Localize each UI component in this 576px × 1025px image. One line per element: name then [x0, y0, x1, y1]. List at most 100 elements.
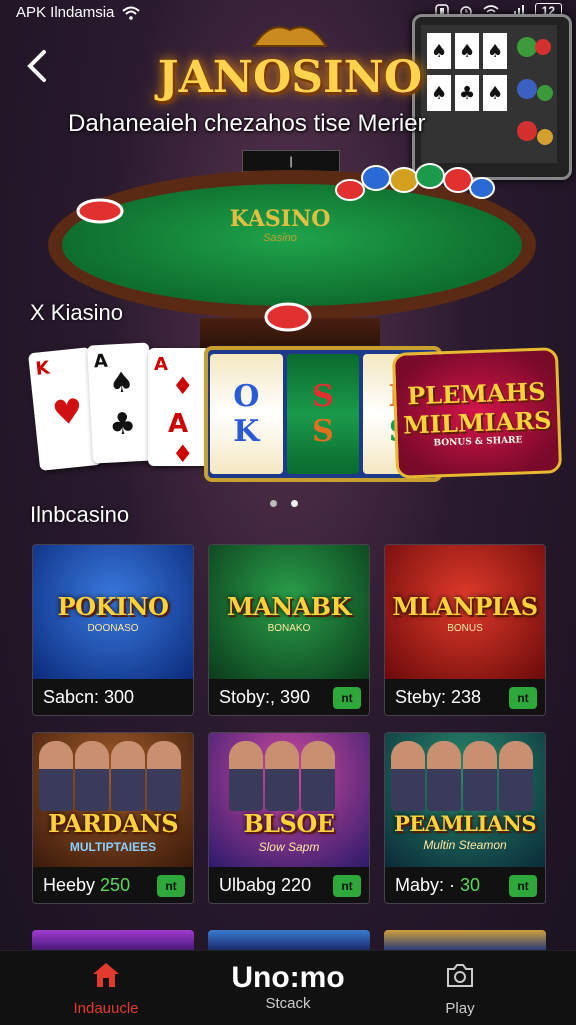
game-tile-blsoe[interactable]: BLSOE Slow Sapm Ulbabg 220 nt	[208, 732, 370, 904]
game-name: Steby: 238	[395, 686, 482, 707]
svg-text:♦: ♦	[172, 372, 194, 400]
svg-text:♠: ♠	[459, 41, 475, 62]
banner-promo-logo: PLEMAHS MILMIARS BONUS & SHARE	[391, 347, 563, 479]
game-sublogo: DOONASO	[87, 623, 139, 634]
players-image	[39, 741, 181, 811]
game-tile-mlanpias[interactable]: MLANPIAS BONUS Steby: 238 nt	[384, 544, 546, 716]
game-name-prefix: Maby: ·	[395, 874, 456, 895]
players-image	[229, 741, 335, 811]
svg-text:♠: ♠	[431, 41, 447, 62]
game-name: Stoby:, 390	[219, 686, 311, 707]
nav-item-play[interactable]: Play	[390, 961, 530, 1017]
game-art: POKINO DOONASO	[33, 545, 193, 681]
game-art: PARDANS MULTIPTAIEES	[33, 733, 193, 869]
chip-icon	[76, 198, 124, 224]
crown-ornament-icon	[252, 26, 328, 47]
svg-text:♣: ♣	[108, 406, 137, 442]
section-title-lnbcasino: Ilnbcasino	[30, 502, 130, 527]
app-title: JANOSINO	[157, 52, 423, 103]
game-name: Heeby 250	[43, 875, 130, 896]
table-sublabel: Sasino	[263, 232, 297, 244]
game-logo: MANABK	[227, 592, 351, 621]
players-image	[391, 741, 533, 811]
game-tile-peek[interactable]	[208, 930, 370, 950]
game-logo: POKINO	[57, 592, 169, 621]
svg-text:K: K	[35, 357, 52, 379]
nav-item-stack[interactable]: Uno:mo Stcack	[218, 961, 358, 1012]
carousel-dot[interactable]	[291, 500, 298, 507]
game-badge[interactable]: nt	[157, 875, 185, 897]
game-sublogo: BONAKO	[267, 623, 311, 634]
header-subtitle: Dahaneaieh chezahos tise Merier	[68, 110, 426, 137]
game-badge[interactable]: nt	[333, 875, 361, 897]
playing-card-image: A ♦ A ♦	[148, 348, 210, 468]
game-badge[interactable]: nt	[333, 687, 361, 709]
camera-icon	[447, 964, 473, 987]
game-sublogo: Slow Sapm	[258, 839, 320, 854]
svg-text:♠: ♠	[487, 41, 503, 62]
table-display: |	[242, 150, 340, 172]
nav-label-home: Indauucle	[73, 1000, 139, 1017]
back-arrow-icon[interactable]	[22, 46, 54, 86]
banner-title-line2: MILMIARS	[402, 405, 552, 440]
reel-symbol: S	[312, 414, 334, 449]
nav-item-home[interactable]: Indauucle	[36, 961, 176, 1017]
svg-text:♠: ♠	[487, 83, 503, 104]
carrier-label: APK Ilndamsia	[16, 4, 115, 21]
game-name-number: 30	[460, 874, 481, 895]
game-art: MANABK BONAKO	[209, 545, 369, 681]
reel-symbol: O	[233, 379, 260, 414]
chip-stacks-icon	[335, 163, 495, 201]
svg-text:♣: ♣	[459, 83, 475, 104]
nav-brand: Uno:mo	[231, 961, 345, 994]
game-name-number: 250	[100, 874, 131, 895]
svg-text:♦: ♦	[172, 440, 194, 466]
game-art: PEAMLIANS Multin Steamon	[385, 733, 545, 869]
game-badge[interactable]: nt	[509, 687, 537, 709]
game-tile-pardans[interactable]: PARDANS MULTIPTAIEES Heeby 250 nt	[32, 732, 194, 904]
game-sublogo: Multin Steamon	[423, 837, 507, 852]
game-name: Maby: · 30	[395, 875, 480, 896]
svg-text:A: A	[154, 354, 168, 375]
game-badge[interactable]: nt	[509, 875, 537, 897]
section-title-kiasino: X Kiasino	[30, 300, 123, 325]
game-logo: PEAMLIANS	[393, 810, 537, 836]
game-logo: PARDANS	[47, 808, 179, 838]
svg-text:♥: ♥	[50, 391, 84, 434]
home-icon	[93, 963, 119, 987]
game-name-prefix: Heeby	[43, 874, 96, 895]
svg-text:A: A	[168, 409, 188, 439]
game-logo: MLANPIAS	[392, 592, 538, 621]
game-sublogo: BONUS	[447, 623, 483, 634]
svg-text:♠: ♠	[431, 83, 447, 104]
game-tile-peamlians[interactable]: PEAMLIANS Multin Steamon Maby: · 30 nt	[384, 732, 546, 904]
game-art: BLSOE Slow Sapm	[209, 733, 369, 869]
game-name: Ulbabg 220	[219, 874, 312, 895]
carousel-dot[interactable]	[270, 500, 277, 507]
game-info-bar: Sabcn: 300	[33, 679, 193, 715]
reel: S S	[286, 354, 360, 474]
game-logo: BLSOE	[243, 808, 335, 838]
svg-text:A: A	[93, 351, 108, 373]
svg-text:♠: ♠	[108, 365, 135, 399]
app-title-logo: JANOSINO	[150, 26, 430, 114]
promo-banner-carousel[interactable]: K♥ A♠♣ A♦A♦ O K S S P S PLEMAHS MILMIARS…	[28, 340, 563, 482]
game-tile-pokino[interactable]: POKINO DOONASO Sabcn: 300	[32, 544, 194, 716]
nav-label-stack: Stcack	[265, 995, 311, 1012]
game-name: Sabcn: 300	[43, 686, 135, 707]
bottom-navigation: Indauucle Uno:mo Stcack Play	[0, 950, 576, 1025]
playing-card-image: A ♠ ♣	[86, 342, 156, 464]
game-sublogo: MULTIPTAIEES	[69, 839, 157, 854]
reel-symbol: K	[233, 414, 260, 449]
banner-title-line3: BONUS & SHARE	[433, 435, 523, 449]
reel: O K	[210, 354, 283, 474]
game-tile-manabk[interactable]: MANABK BONAKO Stoby:, 390 nt	[208, 544, 370, 716]
wifi-icon	[122, 6, 141, 20]
game-art: MLANPIAS BONUS	[385, 545, 545, 681]
carousel-indicator	[270, 500, 298, 507]
chip-icon	[264, 302, 312, 332]
game-tile-peek[interactable]	[384, 930, 546, 950]
reel-symbol: S	[312, 379, 334, 414]
nav-label-play: Play	[445, 1000, 475, 1017]
game-tile-peek[interactable]	[32, 930, 194, 950]
